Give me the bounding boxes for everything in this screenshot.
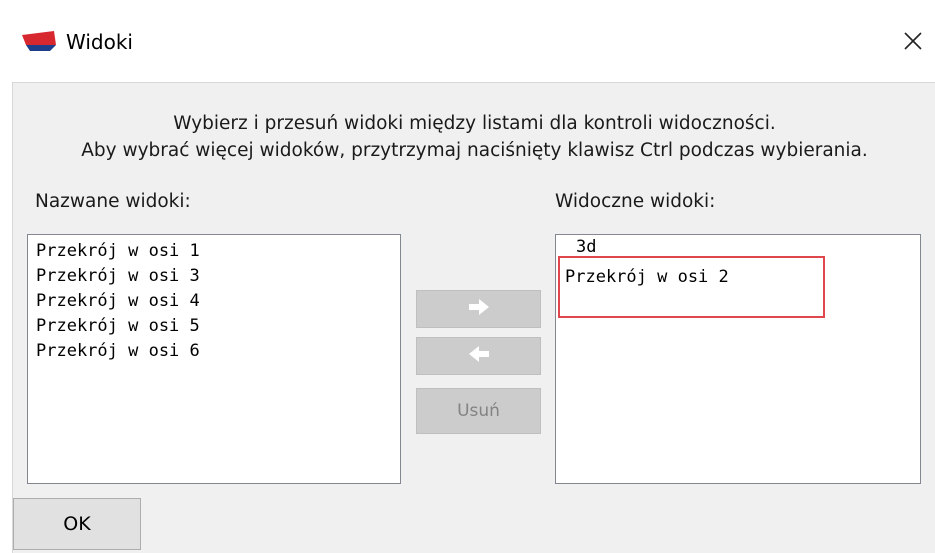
app-logo-icon: [20, 31, 58, 57]
list-item[interactable]: Przekrój w osi 6: [36, 339, 400, 364]
move-right-button[interactable]: [416, 290, 541, 328]
instruction-line-1: Wybierz i przesuń widoki między listami …: [173, 113, 776, 134]
list-item[interactable]: Przekrój w osi 4: [36, 289, 400, 314]
list-item[interactable]: Przekrój w osi 2: [556, 265, 920, 290]
arrow-left-icon: [467, 344, 491, 369]
move-left-button[interactable]: [416, 337, 541, 375]
instruction-line-2: Aby wybrać więcej widoków, przytrzymaj n…: [81, 140, 868, 161]
close-icon[interactable]: [898, 26, 928, 56]
named-views-list[interactable]: Przekrój w osi 1 Przekrój w osi 3 Przekr…: [27, 234, 401, 484]
list-item[interactable]: Przekrój w osi 3: [36, 264, 400, 289]
list-item[interactable]: Przekrój w osi 5: [36, 314, 400, 339]
list-item[interactable]: 3d: [564, 239, 920, 255]
arrow-right-icon: [467, 297, 491, 322]
visible-views-label: Widoczne widoki:: [555, 191, 716, 212]
named-views-label: Nazwane widoki:: [35, 191, 191, 212]
delete-button[interactable]: Usuń: [416, 388, 541, 434]
dialog-body: Wybierz i przesuń widoki między listami …: [12, 82, 935, 553]
list-item[interactable]: Przekrój w osi 1: [36, 239, 400, 264]
window-title: Widoki: [66, 30, 133, 54]
title-bar: Widoki: [0, 0, 935, 78]
ok-button[interactable]: OK: [13, 498, 141, 550]
visible-views-list[interactable]: 3d Przekrój w osi 2: [555, 234, 921, 484]
